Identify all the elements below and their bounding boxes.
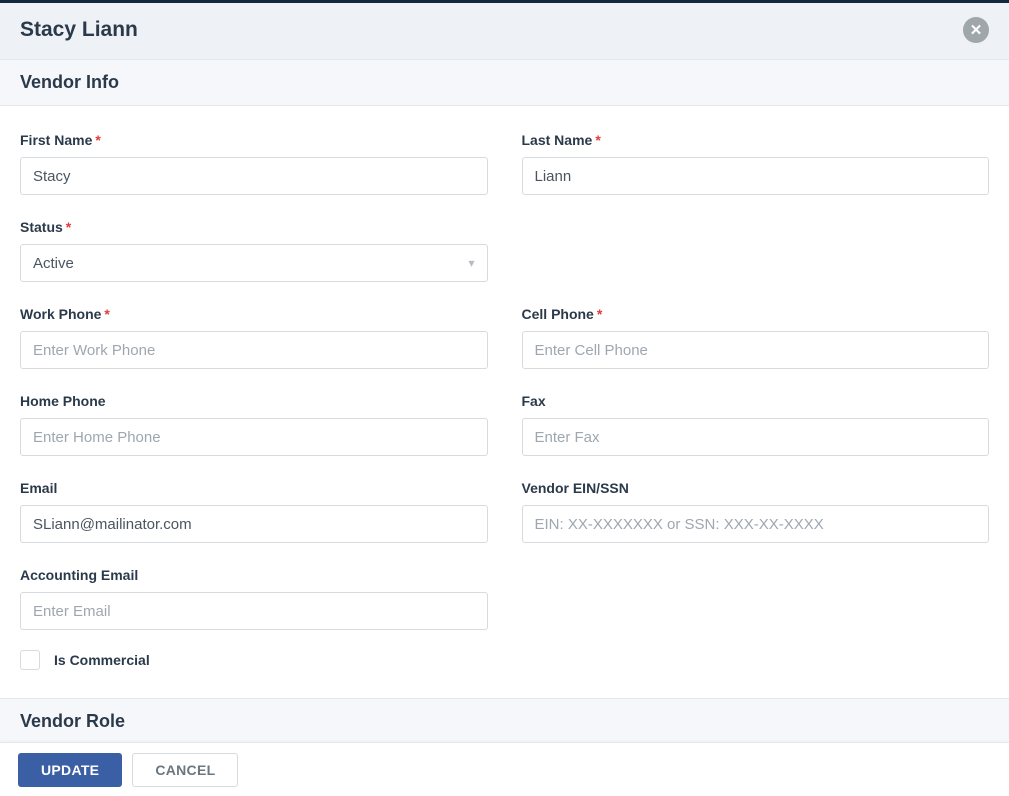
update-button[interactable]: UPDATE xyxy=(18,753,122,787)
required-marker: * xyxy=(104,306,109,322)
modal-body-scroll[interactable]: Vendor Info First Name* Last Name* Statu… xyxy=(0,59,1009,742)
label-status: Status* xyxy=(20,219,488,235)
label-work-phone: Work Phone* xyxy=(20,306,488,322)
input-last-name[interactable] xyxy=(522,157,990,195)
field-status: Status* Active ▾ xyxy=(20,219,488,282)
required-marker: * xyxy=(95,132,100,148)
modal-footer: UPDATE CANCEL xyxy=(0,742,1009,796)
is-commercial-row: Is Commercial xyxy=(20,650,488,670)
input-cell-phone[interactable] xyxy=(522,331,990,369)
label-home-phone: Home Phone xyxy=(20,393,488,409)
input-work-phone[interactable] xyxy=(20,331,488,369)
field-home-phone: Home Phone xyxy=(20,393,488,456)
input-email[interactable] xyxy=(20,505,488,543)
modal-header: Stacy Liann ✕ xyxy=(0,3,1009,59)
label-is-commercial: Is Commercial xyxy=(54,652,150,668)
label-cell-phone: Cell Phone* xyxy=(522,306,990,322)
field-accounting-email: Accounting Email xyxy=(20,567,488,630)
label-last-name: Last Name* xyxy=(522,132,990,148)
label-accounting-email: Accounting Email xyxy=(20,567,488,583)
section-header-vendor-role: Vendor Role xyxy=(0,698,1009,742)
select-status[interactable]: Active ▾ xyxy=(20,244,488,282)
field-ein: Vendor EIN/SSN xyxy=(522,480,990,543)
close-button[interactable]: ✕ xyxy=(963,17,989,43)
vendor-info-form: First Name* Last Name* Status* Active ▾ xyxy=(0,106,1009,698)
field-cell-phone: Cell Phone* xyxy=(522,306,990,369)
input-fax[interactable] xyxy=(522,418,990,456)
select-status-value: Active xyxy=(33,255,74,272)
label-fax: Fax xyxy=(522,393,990,409)
label-first-name: First Name* xyxy=(20,132,488,148)
field-work-phone: Work Phone* xyxy=(20,306,488,369)
section-header-vendor-info: Vendor Info xyxy=(0,59,1009,106)
label-ein: Vendor EIN/SSN xyxy=(522,480,990,496)
close-icon: ✕ xyxy=(970,21,983,39)
input-ein[interactable] xyxy=(522,505,990,543)
field-last-name: Last Name* xyxy=(522,132,990,195)
input-first-name[interactable] xyxy=(20,157,488,195)
label-email: Email xyxy=(20,480,488,496)
field-email: Email xyxy=(20,480,488,543)
input-accounting-email[interactable] xyxy=(20,592,488,630)
field-fax: Fax xyxy=(522,393,990,456)
chevron-down-icon: ▾ xyxy=(468,256,474,270)
required-marker: * xyxy=(595,132,600,148)
required-marker: * xyxy=(66,219,71,235)
cancel-button[interactable]: CANCEL xyxy=(132,753,238,787)
checkbox-is-commercial[interactable] xyxy=(20,650,40,670)
field-first-name: First Name* xyxy=(20,132,488,195)
modal-title: Stacy Liann xyxy=(20,18,138,42)
input-home-phone[interactable] xyxy=(20,418,488,456)
required-marker: * xyxy=(597,306,602,322)
